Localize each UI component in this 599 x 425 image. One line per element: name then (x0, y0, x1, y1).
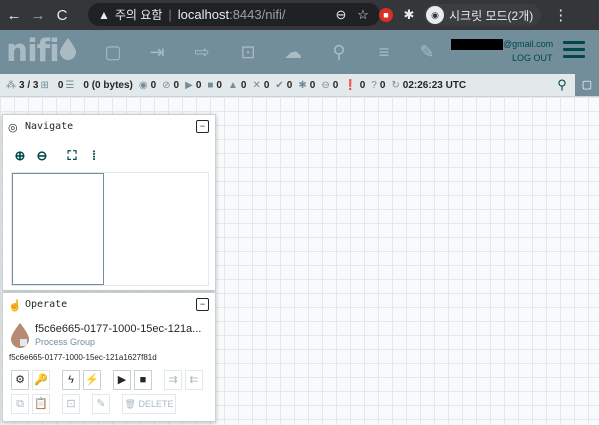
enable-button[interactable]: ϟ (62, 370, 80, 390)
bookmark-star-icon[interactable]: ☆ (352, 7, 374, 23)
nifi-header: nifi ▢ ⇥ ⇨ ⊡ ☁ ⚲ ≡ ✎ @gmail.com LOG OUT (0, 30, 599, 74)
incognito-icon: ◉ (426, 6, 444, 24)
funnel-tool-icon[interactable]: ⚲ (327, 40, 351, 64)
zoom-actual-icon[interactable]: ⁞ (86, 148, 102, 166)
invalid-icon: ▲ (227, 79, 238, 91)
selected-group-name: f5c6e665-0177-1000-15ec-121a... (35, 323, 202, 335)
selected-group-type: Process Group (35, 337, 96, 347)
back-icon[interactable]: ← (4, 7, 24, 24)
processor-tool-icon[interactable]: ▢ (101, 40, 125, 64)
incognito-indicator[interactable]: ◉ 시크릿 모드(2개) (424, 4, 542, 26)
extensions-puzzle-icon[interactable]: ✱ (398, 7, 420, 23)
stop-button[interactable]: ■ (134, 370, 152, 390)
transmitting-icon: ◉ (138, 79, 148, 91)
paste-button[interactable]: 📋 (32, 394, 50, 414)
navigate-panel: ◎ Navigate − ⊕ ⊖ ⛶ ⁞ (2, 114, 216, 291)
start-button[interactable]: ▶ (113, 370, 131, 390)
stopped-icon: ■ (207, 79, 214, 91)
last-refreshed: 02:26:23 UTC (402, 79, 467, 91)
incognito-label: 시크릿 모드(2개) (449, 8, 534, 23)
not-transmitting-icon: ⊘ (162, 79, 171, 91)
process-group-tool-icon[interactable]: ⊡ (236, 40, 260, 64)
birdseye-viewport[interactable] (12, 173, 104, 285)
operate-title: Operate (25, 299, 68, 310)
search-icon[interactable]: ⚲ (551, 74, 573, 96)
process-group-icon (11, 323, 29, 348)
zoom-icon[interactable]: ⊖ (330, 7, 352, 23)
color-button[interactable]: ✎ (92, 394, 110, 414)
selected-group-id: f5c6e665-0177-1000-15ec-121a1627f81d (9, 353, 157, 362)
create-template-button[interactable]: ⇉ (164, 370, 182, 390)
output-port-tool-icon[interactable]: ⇨ (190, 40, 214, 64)
reload-icon[interactable]: C (52, 7, 72, 24)
locally-modified-icon: ✱ (298, 79, 307, 91)
zoom-out-icon[interactable]: ⊖ (34, 148, 50, 166)
access-policies-button[interactable]: 🔑 (32, 370, 50, 390)
remote-process-group-tool-icon[interactable]: ☁ (281, 40, 305, 64)
configure-button[interactable]: ⚙ (11, 370, 29, 390)
cluster-status: ⁂ 3 / 3 ⊞ (6, 79, 49, 91)
navigate-title: Navigate (25, 121, 74, 132)
flow-status-bar: ⁂ 3 / 3 ⊞ 0 ☰ 0 (0 bytes) ◉ 0 ⊘ 0 ▶ 0 ■ 0 ▲ 0 ✕ 0… (0, 74, 599, 97)
template-tool-icon[interactable]: ≡ (372, 40, 396, 64)
stale-icon: ⊖ (321, 79, 330, 91)
queued-status: 0 (0 bytes) (83, 79, 133, 91)
delete-button[interactable]: 🗑 DELETE (122, 394, 176, 414)
nifi-drop-icon (60, 38, 76, 60)
operate-panel: ☝ Operate − f5c6e665-0177-1000-15ec-121a… (2, 292, 216, 422)
cluster-icon: ⁂ (6, 79, 16, 91)
refresh-icon[interactable]: ↻ (391, 80, 399, 91)
group-button[interactable]: ⊡ (62, 394, 80, 414)
navigate-panel-header: ◎ Navigate − (3, 115, 215, 139)
navigate-collapse-button[interactable]: − (196, 120, 209, 133)
list-icon: ☰ (65, 79, 75, 91)
input-port-tool-icon[interactable]: ⇥ (145, 40, 169, 64)
copy-button[interactable]: ⧉ (11, 394, 29, 414)
grid-icon: ⊞ (40, 79, 49, 91)
url-host: localhost (177, 7, 230, 22)
extension-shield-icon[interactable]: ■ (379, 8, 393, 22)
operate-panel-header: ☝ Operate − (3, 293, 215, 317)
sync-failure-icon: ? (371, 79, 377, 91)
up-to-date-icon: ✔ (275, 79, 284, 91)
hand-pointer-icon: ☝ (8, 300, 22, 312)
forward-icon[interactable]: → (28, 7, 48, 24)
bulletin-board-icon[interactable]: ▢ (575, 74, 599, 96)
running-icon: ▶ (185, 79, 193, 91)
url-separator: | (168, 7, 172, 22)
logout-link[interactable]: LOG OUT (512, 53, 553, 63)
birdseye-view[interactable] (11, 172, 209, 286)
active-threads: 0 ☰ (57, 79, 75, 91)
zoom-fit-icon[interactable]: ⛶ (64, 148, 80, 166)
locally-modified-stale-icon: ❗ (344, 79, 357, 91)
warning-icon[interactable]: ▲ (98, 8, 110, 22)
zoom-in-icon[interactable]: ⊕ (12, 148, 28, 166)
label-tool-icon[interactable]: ✎ (415, 40, 439, 64)
browser-toolbar: ← → C ▲ 주의 요함 | localhost:8443/nifi/ ⊖ ☆… (0, 0, 599, 30)
disable-button[interactable]: ⚡ (83, 370, 101, 390)
operate-collapse-button[interactable]: − (196, 298, 209, 311)
global-menu-icon[interactable] (563, 41, 585, 62)
user-email: @gmail.com (503, 39, 554, 49)
nifi-logo: nifi (6, 33, 60, 69)
disabled-icon: ✕ (252, 79, 261, 91)
upload-template-button[interactable]: ⇇ (185, 370, 203, 390)
compass-icon: ◎ (8, 122, 18, 134)
insecure-label[interactable]: 주의 요함 (115, 6, 163, 23)
browser-menu-icon[interactable]: ⋮ (553, 6, 568, 24)
url-path: :8443/nifi/ (229, 7, 286, 22)
redacted-username (451, 39, 503, 50)
